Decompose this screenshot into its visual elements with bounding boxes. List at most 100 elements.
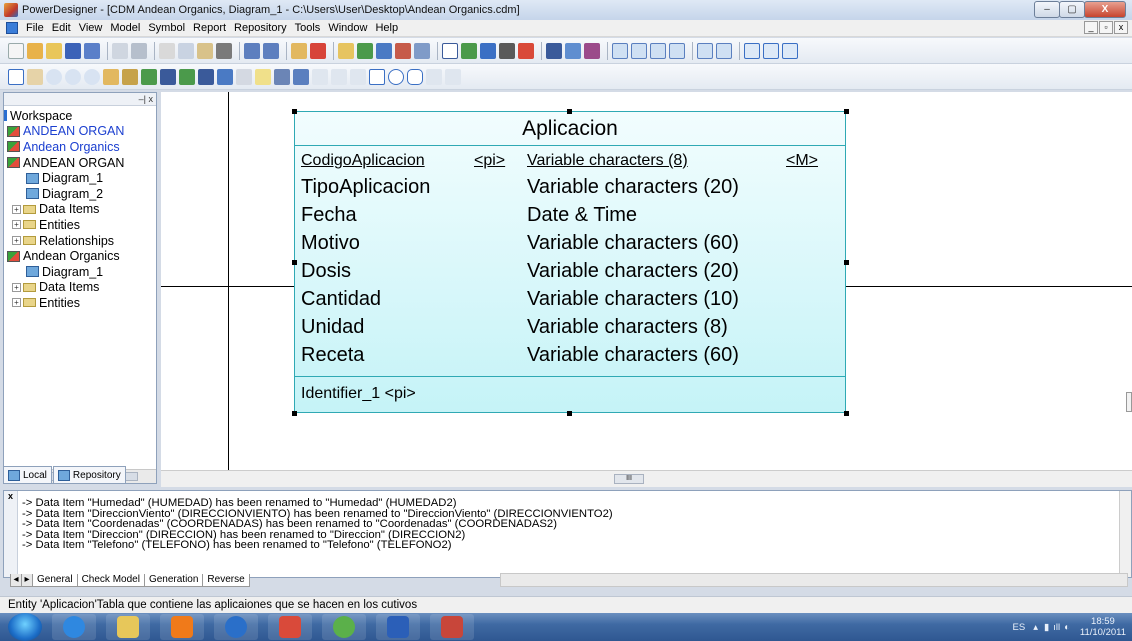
font-icon[interactable] (518, 42, 534, 59)
tree-item-folder[interactable]: + Entities (4, 295, 156, 311)
menu-view[interactable]: View (75, 22, 107, 34)
tab-local[interactable]: Local (3, 466, 52, 484)
text-tool-icon[interactable] (312, 68, 328, 85)
tab-repository[interactable]: Repository (52, 466, 126, 484)
clock[interactable]: 18:59 11/10/2011 (1080, 616, 1126, 638)
undo-icon[interactable] (244, 42, 260, 59)
ellipse-tool-icon[interactable] (388, 68, 404, 85)
expand-plus-icon[interactable]: + (12, 220, 21, 230)
taskbar-app[interactable] (52, 614, 96, 640)
note-icon[interactable] (782, 42, 798, 59)
selection-handle[interactable] (567, 411, 572, 416)
association-tool-icon[interactable] (179, 68, 195, 85)
language-indicator[interactable]: ES (1013, 622, 1026, 633)
minimize-button[interactable]: – (1034, 1, 1060, 18)
paste-icon[interactable] (197, 42, 213, 59)
taskbar-app[interactable] (106, 614, 150, 640)
grabber-tool-icon[interactable] (27, 68, 43, 85)
panel-icon[interactable] (763, 42, 779, 59)
tree-item-model[interactable]: ANDEAN ORGAN (4, 155, 156, 171)
cut-icon[interactable] (159, 42, 175, 59)
start-button[interactable] (8, 613, 42, 641)
zoom-in-icon[interactable] (46, 68, 62, 85)
mdi-close-button[interactable]: x (1114, 21, 1128, 34)
save-all-icon[interactable] (84, 42, 100, 59)
inheritance-tool-icon[interactable] (198, 68, 214, 85)
file-tool-icon[interactable] (236, 68, 252, 85)
attribute-row[interactable]: CodigoAplicacion <pi> Variable character… (295, 149, 845, 173)
network-icon[interactable]: ▮ (1044, 622, 1049, 633)
link-line-tool-icon[interactable] (274, 68, 290, 85)
maximize-button[interactable]: ▢ (1059, 1, 1085, 18)
attribute-row[interactable]: Fecha Date & Time (295, 201, 845, 229)
taskbar-app[interactable] (376, 614, 420, 640)
attribute-row[interactable]: Motivo Variable characters (60) (295, 229, 845, 257)
merge-icon[interactable] (395, 42, 411, 59)
document-icon[interactable] (6, 22, 18, 34)
print-icon[interactable] (131, 42, 147, 59)
arc-tool-icon[interactable] (350, 68, 366, 85)
attribute-row[interactable]: Receta Variable characters (60) (295, 341, 845, 369)
open-package-icon[interactable] (84, 68, 100, 85)
layout-icon[interactable] (744, 42, 760, 59)
tab-check-model[interactable]: Check Model (76, 573, 145, 587)
selection-handle[interactable] (844, 411, 849, 416)
impact-icon[interactable] (414, 42, 430, 59)
copy-icon[interactable] (178, 42, 194, 59)
canvas-vertical-scroll-thumb[interactable] (1126, 392, 1132, 412)
entity-tool-icon[interactable] (141, 68, 157, 85)
rectangle-icon[interactable] (442, 42, 458, 59)
taskbar-app[interactable] (322, 614, 366, 640)
properties-tool-icon[interactable] (103, 68, 119, 85)
delete-tool-icon[interactable] (122, 68, 138, 85)
align-icon[interactable] (546, 42, 562, 59)
close-button[interactable]: X (1084, 1, 1126, 18)
output-toggle-icon[interactable] (716, 42, 732, 59)
diagram-canvas[interactable]: Aplicacion CodigoAplicacion <pi> Variabl… (161, 92, 1132, 470)
tree-item-folder[interactable]: + Relationships (4, 233, 156, 249)
selection-handle[interactable] (292, 411, 297, 416)
menu-help[interactable]: Help (371, 22, 402, 34)
tree-item-folder[interactable]: + Data Items (4, 202, 156, 218)
output-vertical-scrollbar[interactable] (1119, 491, 1131, 577)
pointer-tool-icon[interactable] (8, 68, 24, 85)
selection-handle[interactable] (292, 260, 297, 265)
menu-tools[interactable]: Tools (291, 22, 325, 34)
entity-aplicacion[interactable]: Aplicacion CodigoAplicacion <pi> Variabl… (294, 111, 846, 413)
tree-item-folder[interactable]: + Entities (4, 217, 156, 233)
compare-icon[interactable] (376, 42, 392, 59)
tree-item-folder[interactable]: + Data Items (4, 280, 156, 296)
tree-item-diagram[interactable]: Diagram_2 (4, 186, 156, 202)
rectangle-tool-icon[interactable] (369, 68, 385, 85)
save-icon[interactable] (65, 42, 81, 59)
tree-item-model[interactable]: Andean Organics (4, 139, 156, 155)
attribute-row[interactable]: Cantidad Variable characters (10) (295, 285, 845, 313)
tray-expand-icon[interactable]: ▴ (1033, 622, 1038, 633)
print-preview-icon[interactable] (112, 42, 128, 59)
menu-file[interactable]: File (22, 22, 48, 34)
selection-handle[interactable] (292, 109, 297, 114)
route-icon[interactable] (584, 42, 600, 59)
line-tool-icon[interactable] (331, 68, 347, 85)
menu-model[interactable]: Model (106, 22, 144, 34)
grid-icon[interactable] (461, 42, 477, 59)
taskbar-app[interactable] (430, 614, 474, 640)
canvas-horizontal-scrollbar[interactable]: III (161, 470, 1132, 487)
selection-handle[interactable] (844, 109, 849, 114)
arrange-icon[interactable] (565, 42, 581, 59)
zoom-sel-icon[interactable] (650, 42, 666, 59)
selection-handle[interactable] (844, 260, 849, 265)
tab-general[interactable]: General (32, 573, 78, 587)
pen-icon[interactable] (480, 42, 496, 59)
attribute-row[interactable]: TipoAplicacion Variable characters (20) (295, 173, 845, 201)
expand-plus-icon[interactable]: + (12, 204, 21, 214)
expand-plus-icon[interactable]: + (12, 282, 21, 292)
zoom-page-icon[interactable] (612, 42, 628, 59)
signal-icon[interactable]: ıll (1053, 622, 1060, 633)
link-tool-icon[interactable] (217, 68, 233, 85)
tree-item-workspace[interactable]: Workspace (4, 108, 156, 124)
fill-icon[interactable] (499, 42, 515, 59)
zoom-all-icon[interactable] (669, 42, 685, 59)
mdi-minimize-button[interactable]: _ (1084, 21, 1098, 34)
rounded-rect-tool-icon[interactable] (407, 68, 423, 85)
